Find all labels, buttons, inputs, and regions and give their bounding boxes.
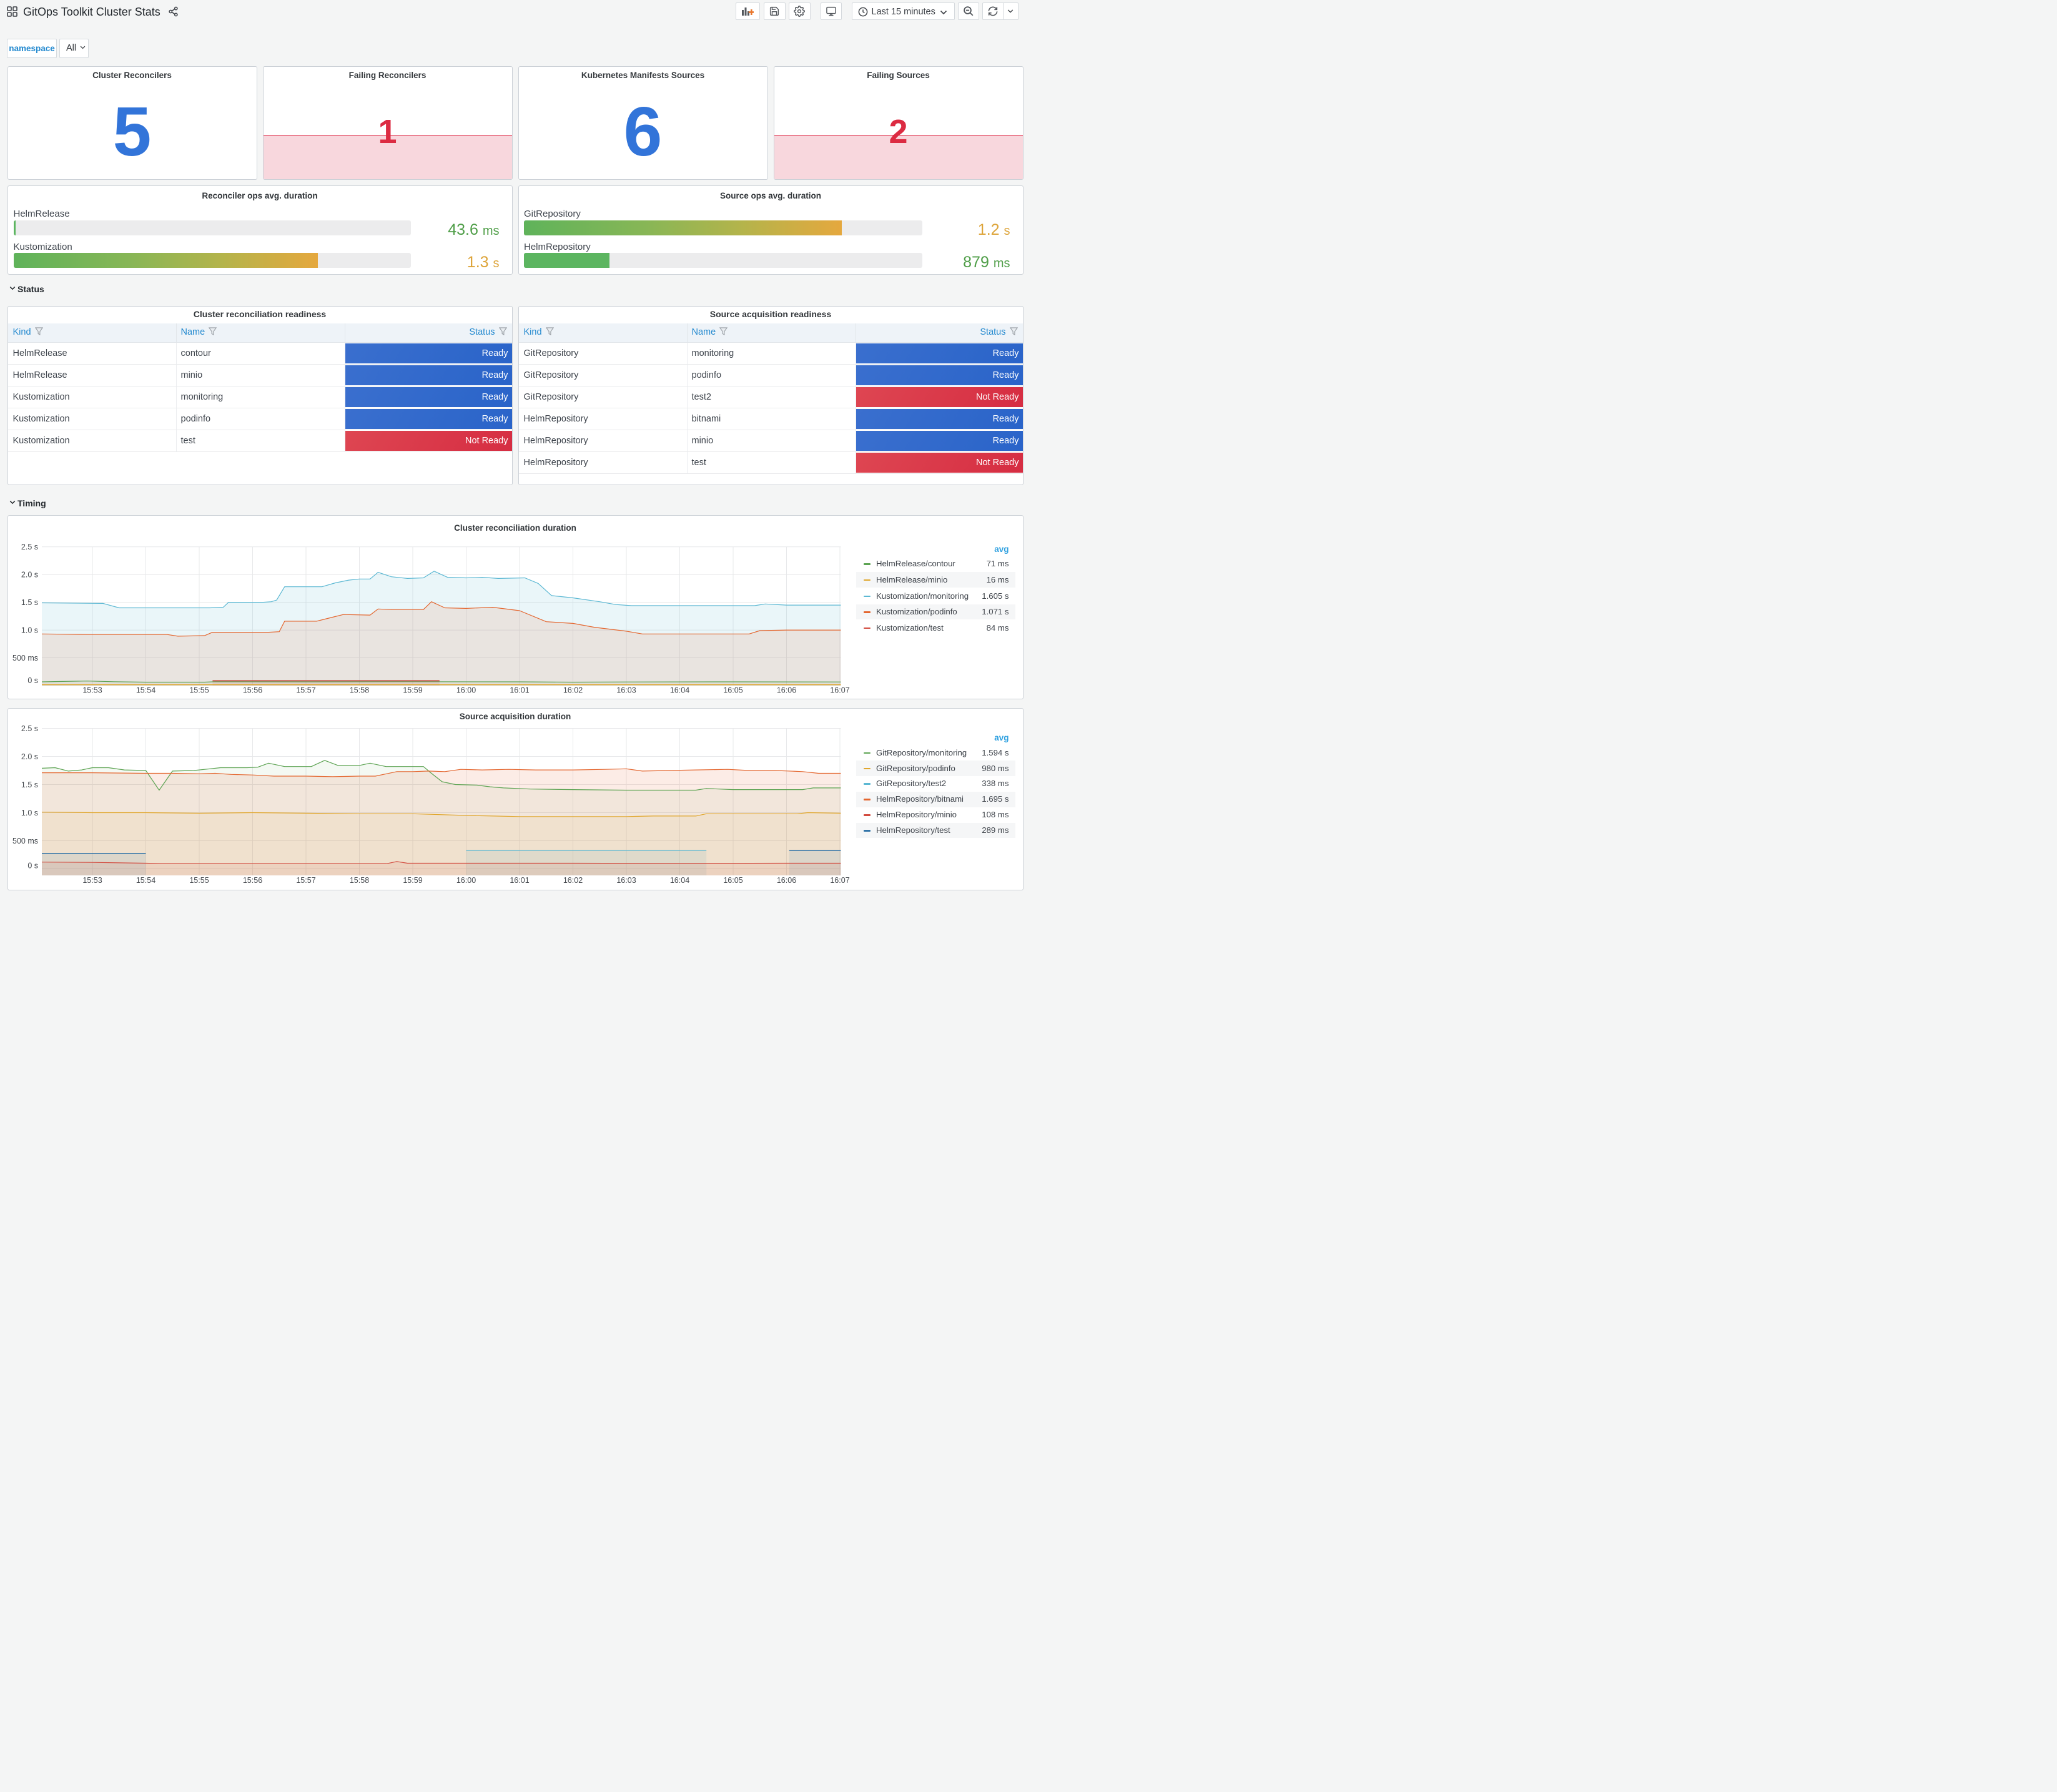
svg-text:500 ms: 500 ms: [12, 837, 38, 845]
svg-text:1.5 s: 1.5 s: [21, 598, 37, 607]
svg-text:16:06: 16:06: [776, 876, 796, 885]
svg-text:1.5 s: 1.5 s: [21, 780, 37, 789]
svg-text:16:02: 16:02: [563, 876, 582, 885]
svg-text:15:57: 15:57: [296, 686, 315, 694]
svg-text:15:58: 15:58: [349, 876, 368, 885]
svg-text:16:07: 16:07: [830, 686, 849, 694]
svg-text:500 ms: 500 ms: [12, 654, 38, 662]
svg-text:2.5 s: 2.5 s: [21, 543, 37, 551]
svg-text:16:02: 16:02: [563, 686, 582, 694]
svg-text:0 s: 0 s: [27, 676, 38, 685]
svg-text:16:05: 16:05: [723, 876, 742, 885]
svg-text:0 s: 0 s: [27, 861, 38, 870]
svg-text:16:05: 16:05: [723, 686, 742, 694]
svg-text:15:53: 15:53: [82, 686, 102, 694]
svg-text:15:59: 15:59: [403, 686, 422, 694]
svg-text:15:54: 15:54: [136, 876, 155, 885]
svg-text:15:58: 15:58: [349, 686, 368, 694]
svg-text:16:00: 16:00: [456, 686, 475, 694]
svg-text:15:59: 15:59: [403, 876, 422, 885]
svg-text:16:03: 16:03: [616, 876, 636, 885]
svg-text:16:03: 16:03: [616, 686, 636, 694]
svg-text:15:55: 15:55: [189, 876, 209, 885]
svg-text:2.0 s: 2.0 s: [21, 752, 37, 761]
svg-text:15:56: 15:56: [242, 686, 262, 694]
svg-text:16:01: 16:01: [510, 876, 529, 885]
svg-text:15:55: 15:55: [189, 686, 209, 694]
svg-text:16:00: 16:00: [456, 876, 475, 885]
svg-text:1.0 s: 1.0 s: [21, 626, 37, 634]
svg-text:16:06: 16:06: [776, 686, 796, 694]
svg-text:1.0 s: 1.0 s: [21, 809, 37, 817]
svg-text:16:04: 16:04: [669, 686, 689, 694]
svg-text:16:01: 16:01: [510, 686, 529, 694]
svg-text:15:53: 15:53: [82, 876, 102, 885]
svg-text:15:54: 15:54: [136, 686, 155, 694]
svg-text:16:04: 16:04: [669, 876, 689, 885]
svg-text:2.5 s: 2.5 s: [21, 724, 37, 733]
svg-text:15:57: 15:57: [296, 876, 315, 885]
svg-text:16:07: 16:07: [830, 876, 849, 885]
svg-text:15:56: 15:56: [242, 876, 262, 885]
svg-text:2.0 s: 2.0 s: [21, 571, 37, 579]
